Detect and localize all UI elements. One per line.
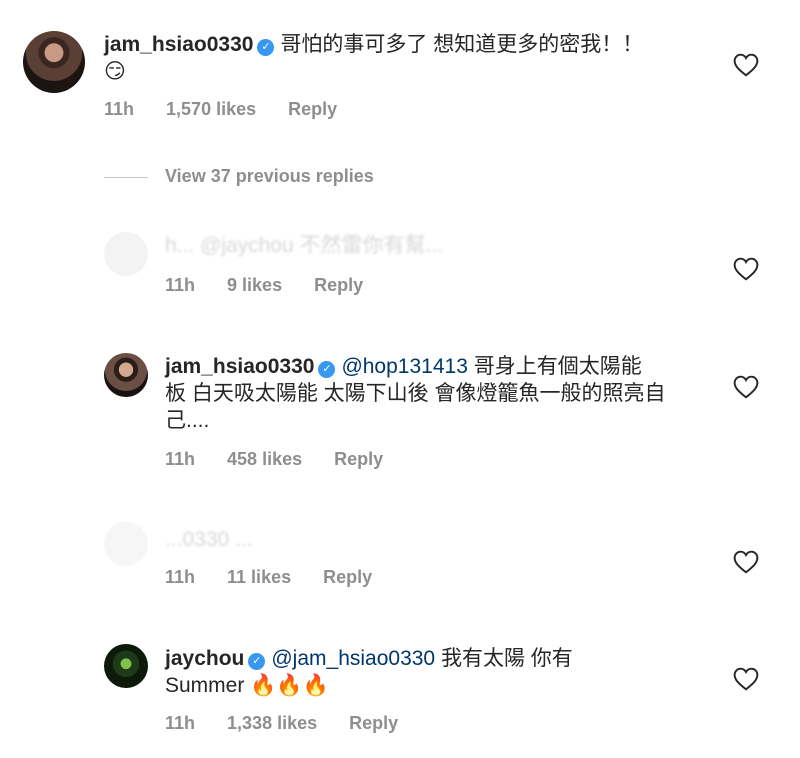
reply-text: 哥身上有個太陽能 [467,355,642,378]
heart-icon[interactable] [733,257,759,281]
comment-meta: 11h 1,570 likes Reply [104,99,369,120]
reply-username[interactable]: jam_hsiao0330 [165,355,314,378]
reply-body: jaychou ✓ @jam_hsiao0330 我有太陽 你有 Summer 🔥🔥… [165,645,705,699]
reply-mention[interactable]: @hop131413 [341,355,467,378]
reply-likes[interactable]: 11 likes [227,567,291,588]
reply-text: 我有太陽 你有 [435,647,573,670]
reply-button[interactable]: Reply [288,99,337,120]
reply-likes[interactable]: 1,338 likes [227,713,317,734]
reply-meta: 11h 11 likes Reply [165,567,404,588]
comment-text: 哥怕的事可多了 想知道更多的密我！！ [280,33,644,56]
avatar-jam-hsiao[interactable] [104,353,148,397]
comment-time[interactable]: 11h [104,99,134,120]
reply-meta: 11h 458 likes Reply [165,449,415,470]
avatar-faded[interactable] [104,522,148,566]
comment-body: jam_hsiao0330 ✓ 哥怕的事可多了 想知道更多的密我！！ 😏 [104,31,704,85]
reply-likes[interactable]: 9 likes [227,275,282,296]
reply-mention[interactable]: @jam_hsiao0330 [271,647,435,670]
reply-button[interactable]: Reply [349,713,398,734]
heart-icon[interactable] [733,667,759,691]
view-replies-label[interactable]: View 37 previous replies [165,166,374,187]
reply-body: jam_hsiao0330 ✓ @hop131413 哥身上有個太陽能 板 白天吸太… [165,353,705,434]
avatar-jam-hsiao[interactable] [23,31,85,93]
reply-time[interactable]: 11h [165,449,195,470]
faded-reply-text-content: h... @jaychou 不然雷你有幫... [165,234,444,257]
reply-button[interactable]: Reply [334,449,383,470]
reply-meta: 11h 1,338 likes Reply [165,713,430,734]
view-previous-replies[interactable]: View 37 previous replies [165,166,406,187]
comment-likes[interactable]: 1,570 likes [166,99,256,120]
verified-badge-icon: ✓ [257,39,275,56]
divider-line [104,177,148,178]
heart-icon[interactable] [733,375,759,399]
verified-badge-icon: ✓ [318,361,336,378]
reply-time[interactable]: 11h [165,275,195,296]
comment-emoji: 😏 [104,60,126,83]
reply-time[interactable]: 11h [165,713,195,734]
reply-username[interactable]: jaychou [165,647,244,670]
reply-text-line3: 己.... [165,409,210,432]
reply-text-line2: 板 白天吸太陽能 太陽下山後 會像燈籠魚一般的照亮自 [165,382,666,405]
reply-button[interactable]: Reply [323,567,372,588]
reply-time[interactable]: 11h [165,567,195,588]
faded-reply-text: ...0330 ... [165,526,665,553]
heart-icon[interactable] [733,550,759,574]
verified-badge-icon: ✓ [248,653,266,670]
avatar-faded[interactable] [104,232,148,276]
heart-icon[interactable] [733,53,759,77]
faded-reply-text-content: ...0330 ... [165,528,253,551]
comment-username[interactable]: jam_hsiao0330 [104,33,253,56]
avatar-jaychou[interactable] [104,644,148,688]
reply-button[interactable]: Reply [314,275,363,296]
reply-text-line2: Summer 🔥🔥🔥 [165,674,329,697]
reply-likes[interactable]: 458 likes [227,449,302,470]
faded-reply-text: h... @jaychou 不然雷你有幫... [165,232,685,259]
reply-meta: 11h 9 likes Reply [165,275,395,296]
